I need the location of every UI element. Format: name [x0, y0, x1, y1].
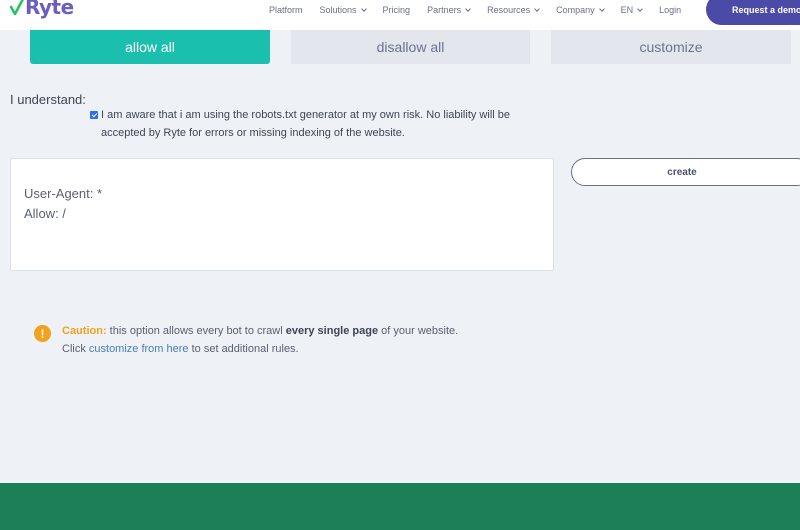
nav-resources-label: Resources: [487, 5, 531, 15]
caution-strong: every single page: [285, 325, 379, 337]
nav-language-label: EN: [620, 5, 634, 15]
caution-text-before: this option allows every bot to crawl: [106, 325, 286, 337]
nav-solutions-label: Solutions: [319, 5, 357, 15]
nav-resources[interactable]: Resources: [487, 5, 540, 15]
caution-line2-before: Click: [62, 343, 89, 355]
chevron-down-icon: [465, 5, 471, 12]
nav-partners[interactable]: Partners: [427, 5, 471, 15]
output-line-allow: Allow: /: [24, 206, 66, 221]
logo-text: Ryte: [25, 0, 74, 19]
nav-platform[interactable]: Platform: [269, 5, 303, 15]
nav-company-label: Company: [556, 5, 595, 15]
request-demo-button[interactable]: Request a demo: [706, 0, 800, 25]
caution-title: Caution:: [62, 325, 107, 337]
nav-partners-label: Partners: [427, 5, 462, 15]
top-navigation: Ryte Platform Solutions Pricing Partners…: [0, 0, 800, 30]
nav-pricing-label: Pricing: [382, 5, 411, 15]
tab-disallow-all[interactable]: disallow all: [291, 30, 530, 64]
nav-solutions[interactable]: Solutions: [319, 5, 367, 15]
nav-login[interactable]: Login: [659, 5, 681, 15]
footer-band: [0, 483, 800, 530]
chevron-down-icon: [637, 5, 643, 12]
exclamation-icon: !: [34, 325, 51, 342]
tab-customize[interactable]: customize: [551, 30, 791, 64]
logo-check-icon: [10, 0, 24, 16]
understand-disclaimer: I am aware that i am using the robots.tx…: [101, 109, 511, 139]
robots-txt-output[interactable]: User-Agent: * Allow: /: [10, 158, 554, 271]
nav-language[interactable]: EN: [621, 5, 643, 15]
chevron-down-icon: [598, 5, 605, 12]
nav-login-label: Login: [659, 5, 682, 15]
ryte-logo[interactable]: Ryte: [10, 0, 74, 19]
tab-allow-all[interactable]: allow all: [30, 30, 270, 64]
understand-checkbox[interactable]: [90, 111, 98, 119]
nav-pricing[interactable]: Pricing: [383, 5, 411, 15]
nav-company[interactable]: Company: [556, 5, 605, 15]
nav-links: Platform Solutions Pricing Partners Reso…: [269, 5, 698, 15]
nav-platform-label: Platform: [269, 5, 303, 15]
chevron-down-icon: [360, 5, 367, 12]
caution-text-after: of your website.: [378, 325, 459, 337]
caution-message: Caution: this option allows every bot to…: [62, 322, 502, 358]
caution-line2-after: to set additional rules.: [188, 343, 299, 355]
customize-link[interactable]: customize from here: [89, 343, 189, 355]
output-line-user-agent: User-Agent: *: [24, 186, 103, 201]
create-button[interactable]: create: [571, 158, 800, 186]
understand-label: I understand:: [10, 92, 86, 107]
chevron-down-icon: [534, 5, 540, 12]
